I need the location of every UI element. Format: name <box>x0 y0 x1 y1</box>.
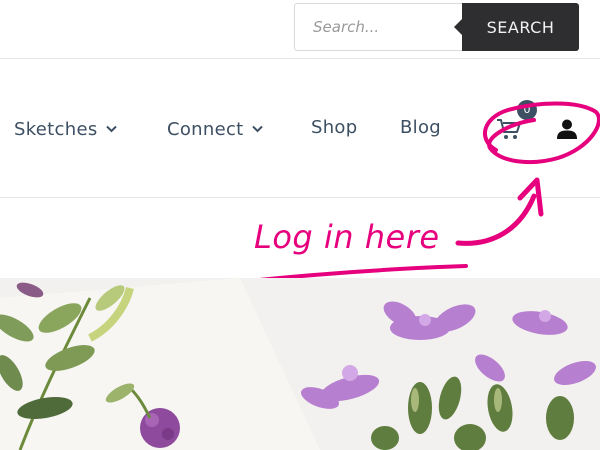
nav-item-blog[interactable]: Blog <box>400 117 441 138</box>
search-form: SEARCH <box>294 3 579 51</box>
nav-item-label: Sketches <box>14 119 98 140</box>
nav-item-connect[interactable]: Connect <box>167 117 263 140</box>
nav-item-label: Blog <box>400 117 441 138</box>
nav-item-shop[interactable]: Shop <box>311 117 357 138</box>
chevron-down-icon <box>105 117 117 138</box>
top-bar: SEARCH <box>0 0 600 59</box>
nav-item-sketches[interactable]: Sketches <box>14 117 117 140</box>
annotation-text: Log in here <box>254 218 440 256</box>
cart-icon[interactable] <box>496 117 522 141</box>
nav-item-label: Shop <box>311 117 358 138</box>
nav-item-label: Connect <box>167 119 244 140</box>
search-button[interactable]: SEARCH <box>454 3 579 51</box>
search-input[interactable] <box>294 3 481 51</box>
main-navigation: Sketches Connect Shop Blog 0 <box>0 59 600 198</box>
chevron-down-icon <box>251 117 263 138</box>
user-icon[interactable] <box>556 118 578 140</box>
cart-count-badge: 0 <box>517 100 537 120</box>
hero-image <box>0 278 600 450</box>
